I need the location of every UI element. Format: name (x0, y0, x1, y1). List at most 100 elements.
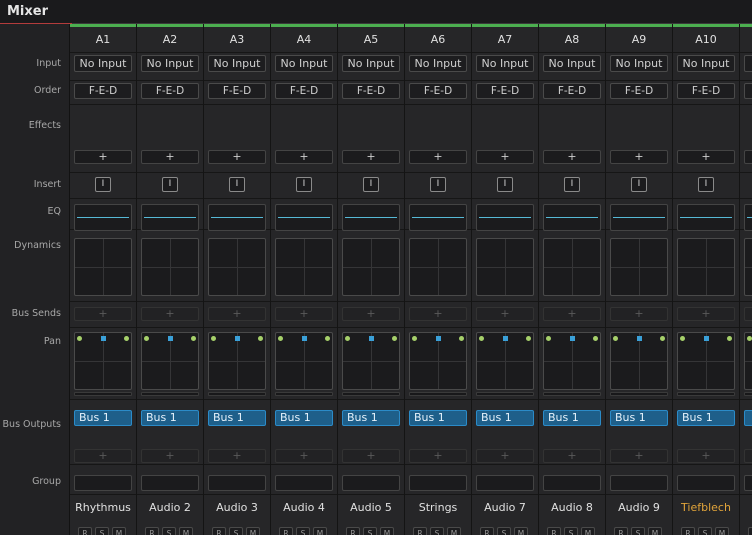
eq-graph[interactable] (476, 204, 534, 231)
bus-output-selector[interactable]: Bus 1 (275, 410, 333, 426)
mute-button[interactable]: M (648, 527, 662, 535)
group-selector[interactable] (275, 475, 333, 491)
record-button[interactable]: R (346, 527, 360, 535)
pan-slider[interactable] (476, 392, 534, 396)
order-selector[interactable]: F-E-D (610, 83, 668, 99)
order-selector[interactable]: F-E-D (275, 83, 333, 99)
input-selector[interactable]: No Input (141, 55, 199, 72)
solo-button[interactable]: S (564, 527, 578, 535)
add-bus-output-button[interactable]: + (476, 449, 534, 463)
pan-slider[interactable] (74, 392, 132, 396)
dynamics-graph[interactable] (744, 238, 752, 296)
pan-control[interactable] (476, 332, 534, 390)
dynamics-graph[interactable] (208, 238, 266, 296)
insert-button[interactable]: I (430, 177, 446, 192)
order-selector[interactable]: F-E-D (141, 83, 199, 99)
record-button[interactable]: R (413, 527, 427, 535)
eq-graph[interactable] (744, 204, 752, 231)
bus-output-selector[interactable]: Bus 1 (409, 410, 467, 426)
eq-graph[interactable] (543, 204, 601, 231)
input-selector[interactable]: No Input (610, 55, 668, 72)
add-effect-button[interactable]: + (208, 150, 266, 164)
pan-control[interactable] (543, 332, 601, 390)
bus-output-selector[interactable]: Bus 1 (74, 410, 132, 426)
record-button[interactable]: R (681, 527, 695, 535)
group-selector[interactable] (409, 475, 467, 491)
input-selector[interactable]: No Input (476, 55, 534, 72)
mute-button[interactable]: M (380, 527, 394, 535)
insert-button[interactable]: I (162, 177, 178, 192)
dynamics-graph[interactable] (476, 238, 534, 296)
add-bus-send-button[interactable]: + (543, 307, 601, 321)
add-bus-send-button[interactable]: + (275, 307, 333, 321)
add-bus-output-button[interactable]: + (744, 449, 752, 463)
mute-button[interactable]: M (715, 527, 729, 535)
solo-button[interactable]: S (162, 527, 176, 535)
add-bus-output-button[interactable]: + (610, 449, 668, 463)
pan-slider[interactable] (677, 392, 735, 396)
order-selector[interactable]: F-E-D (342, 83, 400, 99)
solo-button[interactable]: S (497, 527, 511, 535)
bus-output-selector[interactable] (744, 410, 752, 426)
track-name[interactable]: Audio 8 (539, 501, 605, 514)
solo-button[interactable]: S (95, 527, 109, 535)
track-name[interactable]: Strings (405, 501, 471, 514)
mute-button[interactable]: M (179, 527, 193, 535)
add-effect-button[interactable]: + (476, 150, 534, 164)
dynamics-graph[interactable] (409, 238, 467, 296)
record-button[interactable]: R (480, 527, 494, 535)
pan-control[interactable] (275, 332, 333, 390)
solo-button[interactable]: S (296, 527, 310, 535)
group-selector[interactable] (744, 475, 752, 491)
add-bus-output-button[interactable]: + (677, 449, 735, 463)
eq-graph[interactable] (141, 204, 199, 231)
insert-button[interactable]: I (631, 177, 647, 192)
mute-button[interactable]: M (246, 527, 260, 535)
add-effect-button[interactable]: + (74, 150, 132, 164)
group-selector[interactable] (208, 475, 266, 491)
add-bus-output-button[interactable]: + (141, 449, 199, 463)
record-button[interactable]: R (614, 527, 628, 535)
eq-graph[interactable] (409, 204, 467, 231)
bus-output-selector[interactable]: Bus 1 (208, 410, 266, 426)
pan-slider[interactable] (275, 392, 333, 396)
input-selector[interactable] (744, 55, 752, 72)
add-bus-send-button[interactable]: + (342, 307, 400, 321)
bus-output-selector[interactable]: Bus 1 (342, 410, 400, 426)
bus-output-selector[interactable]: Bus 1 (677, 410, 735, 426)
mute-button[interactable]: M (313, 527, 327, 535)
record-button[interactable]: R (212, 527, 226, 535)
dynamics-graph[interactable] (275, 238, 333, 296)
solo-button[interactable]: S (363, 527, 377, 535)
dynamics-graph[interactable] (610, 238, 668, 296)
eq-graph[interactable] (74, 204, 132, 231)
order-selector[interactable]: F-E-D (543, 83, 601, 99)
track-name[interactable]: Audio 4 (271, 501, 337, 514)
track-name[interactable]: Rhythmus (70, 501, 136, 514)
eq-graph[interactable] (610, 204, 668, 231)
pan-control[interactable] (141, 332, 199, 390)
add-bus-output-button[interactable]: + (342, 449, 400, 463)
pan-control[interactable] (342, 332, 400, 390)
add-bus-send-button[interactable]: + (744, 307, 752, 321)
add-effect-button[interactable]: + (610, 150, 668, 164)
track-name[interactable]: Audio 7 (472, 501, 538, 514)
eq-graph[interactable] (275, 204, 333, 231)
add-effect-button[interactable]: + (543, 150, 601, 164)
dynamics-graph[interactable] (74, 238, 132, 296)
order-selector[interactable]: F-E-D (74, 83, 132, 99)
pan-slider[interactable] (543, 392, 601, 396)
bus-output-selector[interactable]: Bus 1 (141, 410, 199, 426)
order-selector[interactable]: F-E-D (476, 83, 534, 99)
eq-graph[interactable] (208, 204, 266, 231)
insert-button[interactable]: I (296, 177, 312, 192)
add-bus-send-button[interactable]: + (677, 307, 735, 321)
mute-button[interactable]: M (514, 527, 528, 535)
eq-graph[interactable] (342, 204, 400, 231)
order-selector[interactable]: F-E-D (208, 83, 266, 99)
bus-output-selector[interactable]: Bus 1 (476, 410, 534, 426)
pan-slider[interactable] (208, 392, 266, 396)
group-selector[interactable] (342, 475, 400, 491)
add-effect-button[interactable]: + (342, 150, 400, 164)
pan-control[interactable] (208, 332, 266, 390)
